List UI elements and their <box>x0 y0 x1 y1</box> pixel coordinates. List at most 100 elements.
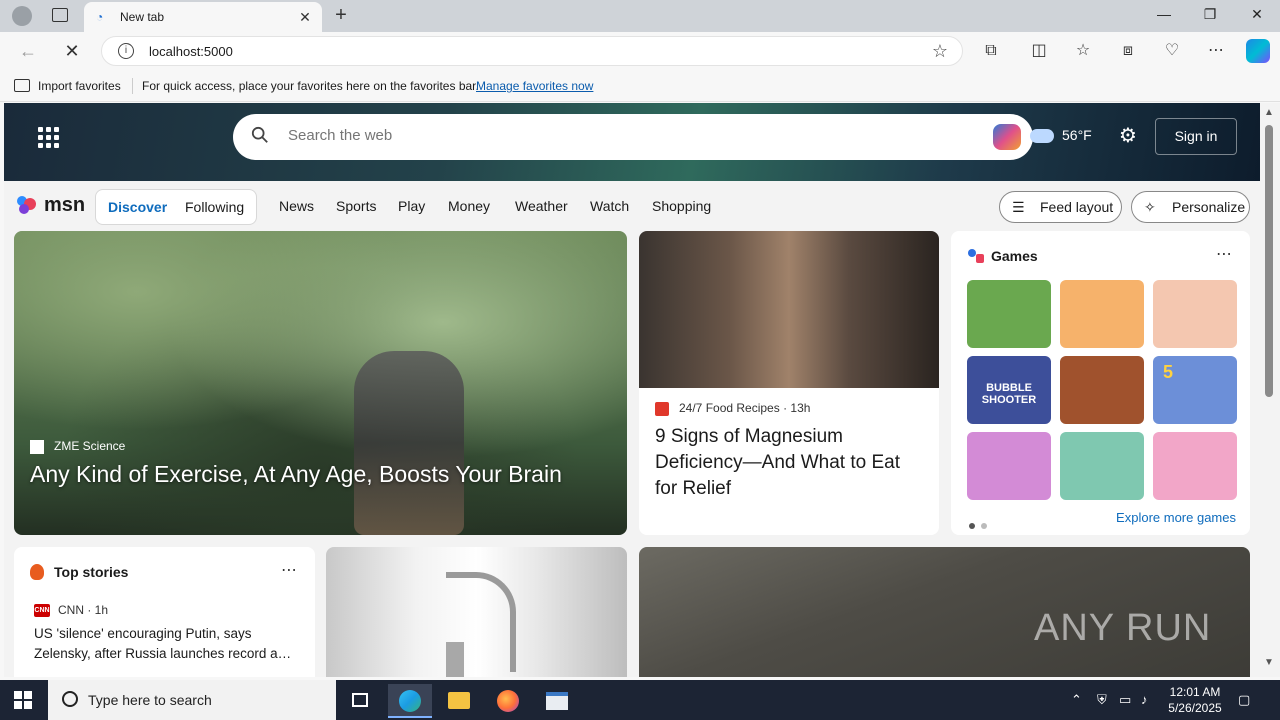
game-tile[interactable] <box>1060 356 1144 424</box>
game-tile[interactable] <box>1153 280 1237 348</box>
task-view-icon[interactable] <box>338 684 382 718</box>
scroll-down-icon[interactable]: ▼ <box>1264 657 1274 668</box>
favorite-star-icon[interactable]: ☆ <box>932 41 948 62</box>
favorites-bar: Import favorites For quick access, place… <box>0 70 1280 102</box>
story-source-name: 24/7 Food Recipes <box>679 401 780 415</box>
taskbar-clock[interactable]: 12:01 AM 5/26/2025 <box>1164 684 1226 716</box>
top-story-source: CNN · 1h <box>58 603 109 617</box>
games-card: Games ⋯ BUBBLE SHOOTER 5 Explore more gam… <box>951 231 1250 535</box>
explore-more-games-link[interactable]: Explore more games <box>1116 510 1236 525</box>
games-icon <box>968 249 984 263</box>
new-tab-button[interactable]: + <box>330 5 352 27</box>
split-screen-icon[interactable]: ◫ <box>1028 40 1050 62</box>
nav-news[interactable]: News <box>279 198 314 214</box>
weather-cloud-icon <box>1030 129 1054 143</box>
edge-app-icon[interactable] <box>388 684 432 718</box>
address-bar[interactable]: i localhost:5000 ☆ <box>101 36 963 66</box>
more-options-icon[interactable]: ⋯ <box>1216 244 1232 264</box>
apps-grid-icon[interactable] <box>38 127 59 148</box>
tab-new-tab[interactable]: ◔ New tab ✕ <box>84 2 322 32</box>
clock-time: 12:01 AM <box>1169 685 1221 699</box>
back-icon[interactable]: ← <box>17 40 39 62</box>
nav-watch[interactable]: Watch <box>590 198 629 214</box>
game-tile[interactable] <box>1060 280 1144 348</box>
weather-temp[interactable]: 56°F <box>1062 127 1092 143</box>
feed-layout-button[interactable]: ☰ Feed layout <box>999 191 1122 223</box>
nav-shopping[interactable]: Shopping <box>652 198 711 214</box>
personalize-button[interactable]: ✧ Personalize <box>1131 191 1250 223</box>
feed-layout-label: Feed layout <box>1040 199 1114 215</box>
profile-icon[interactable] <box>12 6 32 26</box>
stop-loading-icon[interactable]: ✕ <box>61 40 83 62</box>
copilot-search-icon[interactable] <box>993 124 1021 150</box>
msn-logo[interactable]: msn <box>44 194 85 217</box>
game-tile[interactable]: 5 <box>1153 356 1237 424</box>
story-title[interactable]: 9 Signs of Magnesium Deficiency—And What… <box>655 424 925 502</box>
game-tile[interactable] <box>1060 432 1144 500</box>
nav-weather[interactable]: Weather <box>515 198 568 214</box>
volume-icon[interactable]: ♪ <box>1141 692 1148 707</box>
site-info-icon[interactable]: i <box>118 43 134 59</box>
taskbar-search-placeholder: Type here to search <box>88 692 212 708</box>
taskbar-search[interactable]: Type here to search <box>48 680 336 720</box>
manage-favorites-link[interactable]: Manage favorites now <box>476 79 593 93</box>
hero-title[interactable]: Any Kind of Exercise, At Any Age, Boosts… <box>30 461 620 488</box>
settings-more-icon[interactable]: ⋯ <box>1205 40 1227 62</box>
video-story-card[interactable]: ANY RUN <box>639 547 1250 677</box>
extensions-icon[interactable]: ⧉ <box>980 40 1002 62</box>
hero-source: ZME Science <box>54 439 126 453</box>
browser-essentials-icon[interactable]: ♡ <box>1161 40 1183 62</box>
file-explorer-icon[interactable] <box>437 684 481 718</box>
top-story-headline[interactable]: US 'silence' encouraging Putin, says Zel… <box>34 624 299 664</box>
scroll-thumb[interactable] <box>1265 125 1273 397</box>
personalize-label: Personalize <box>1172 199 1246 215</box>
page-scrollbar[interactable]: ▲ ▼ <box>1260 103 1280 677</box>
firefox-icon[interactable] <box>486 684 530 718</box>
carousel-dot[interactable] <box>981 523 987 529</box>
msn-page: 56°F ⚙ Sign in msn Discover Following Ne… <box>4 103 1260 677</box>
address-toolbar: ← ✕ i localhost:5000 ☆ ⧉ ◫ ☆ ⧈ ♡ ⋯ <box>0 32 1280 70</box>
search-input[interactable] <box>288 127 888 144</box>
sign-in-button[interactable]: Sign in <box>1155 118 1237 155</box>
copilot-icon[interactable] <box>1246 39 1270 63</box>
carousel-dot-active[interactable] <box>969 523 975 529</box>
nav-money[interactable]: Money <box>448 198 490 214</box>
restore-icon[interactable]: ❐ <box>1187 6 1233 28</box>
tab-discover[interactable]: Discover <box>108 199 167 215</box>
import-favorites-link[interactable]: Import favorites <box>38 79 121 93</box>
minimize-icon[interactable]: — <box>1141 6 1187 28</box>
nav-play[interactable]: Play <box>398 198 425 214</box>
story-card[interactable]: 24/7 Food Recipes · 13h 9 Signs of Magne… <box>639 231 939 535</box>
notifications-icon[interactable]: ▢ <box>1238 692 1250 708</box>
game-tile[interactable] <box>967 280 1051 348</box>
clock-date: 5/26/2025 <box>1168 701 1222 715</box>
nav-sports[interactable]: Sports <box>336 198 376 214</box>
tab-actions-icon[interactable] <box>52 8 68 22</box>
windows-start-icon[interactable] <box>14 691 32 709</box>
network-icon[interactable]: ▭ <box>1119 692 1131 708</box>
scroll-up-icon[interactable]: ▲ <box>1264 107 1274 118</box>
hero-story-card[interactable]: ZME Science Any Kind of Exercise, At Any… <box>14 231 627 535</box>
game-tile[interactable]: BUBBLE SHOOTER <box>967 356 1051 424</box>
tab-favicon-icon: ◔ <box>96 10 104 24</box>
source-logo-icon <box>30 440 44 454</box>
game-tile[interactable] <box>967 432 1051 500</box>
tab-following[interactable]: Following <box>185 199 244 215</box>
collections-icon[interactable]: ⧈ <box>1117 40 1139 62</box>
favorites-icon[interactable]: ☆ <box>1072 40 1094 62</box>
game-tile[interactable] <box>1153 432 1237 500</box>
show-hidden-icons[interactable]: ⌃ <box>1071 692 1082 708</box>
web-search-box[interactable] <box>233 114 1033 160</box>
more-options-icon[interactable]: ⋯ <box>281 560 297 580</box>
tab-title: New tab <box>120 10 165 24</box>
terminal-app-icon[interactable] <box>535 684 579 718</box>
close-tab-icon[interactable]: ✕ <box>296 8 314 26</box>
favorites-separator <box>132 78 133 94</box>
close-window-icon[interactable]: ✕ <box>1234 6 1280 28</box>
games-title: Games <box>991 248 1038 264</box>
gear-icon[interactable]: ⚙ <box>1117 125 1139 147</box>
favorites-hint: For quick access, place your favorites h… <box>142 79 479 93</box>
security-icon[interactable]: ⛨ <box>1097 692 1107 708</box>
product-card[interactable] <box>326 547 627 677</box>
header-background: 56°F ⚙ Sign in <box>4 103 1260 181</box>
